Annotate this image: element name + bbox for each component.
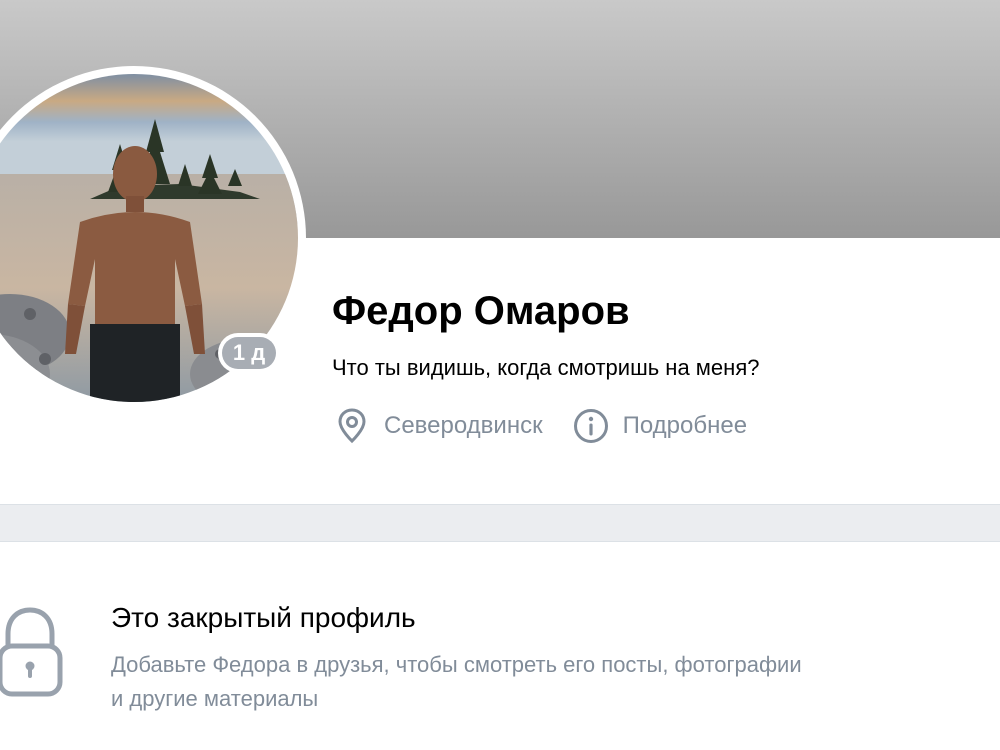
more-info-label: Подробнее (622, 412, 748, 439)
info-circle-icon (571, 406, 611, 446)
city-label: Северодвинск (384, 412, 543, 439)
closed-profile-description-line: и другие материалы (111, 686, 319, 711)
location-pin-icon (332, 406, 372, 446)
section-divider (0, 504, 1000, 542)
closed-profile-section (0, 542, 1000, 750)
closed-profile-title: Это закрытый профиль (111, 602, 416, 633)
closed-profile-description-line: Добавьте Федора в друзья, чтобы смотреть… (111, 652, 802, 677)
city-link[interactable]: Северодвинск (332, 406, 543, 446)
profile-status: Что ты видишь, когда смотришь на меня? (332, 355, 760, 380)
more-info-link[interactable]: Подробнее (571, 406, 747, 446)
last-seen-label: 1 д (222, 337, 276, 369)
closed-profile-description: Добавьте Федора в друзья, чтобы смотреть… (111, 648, 1000, 716)
profile-info-row: Северодвинск Подробнее (332, 406, 747, 446)
lock-icon (0, 604, 66, 700)
last-seen-badge: 1 д (218, 333, 280, 373)
profile-name: Федор Омаров (332, 289, 630, 333)
